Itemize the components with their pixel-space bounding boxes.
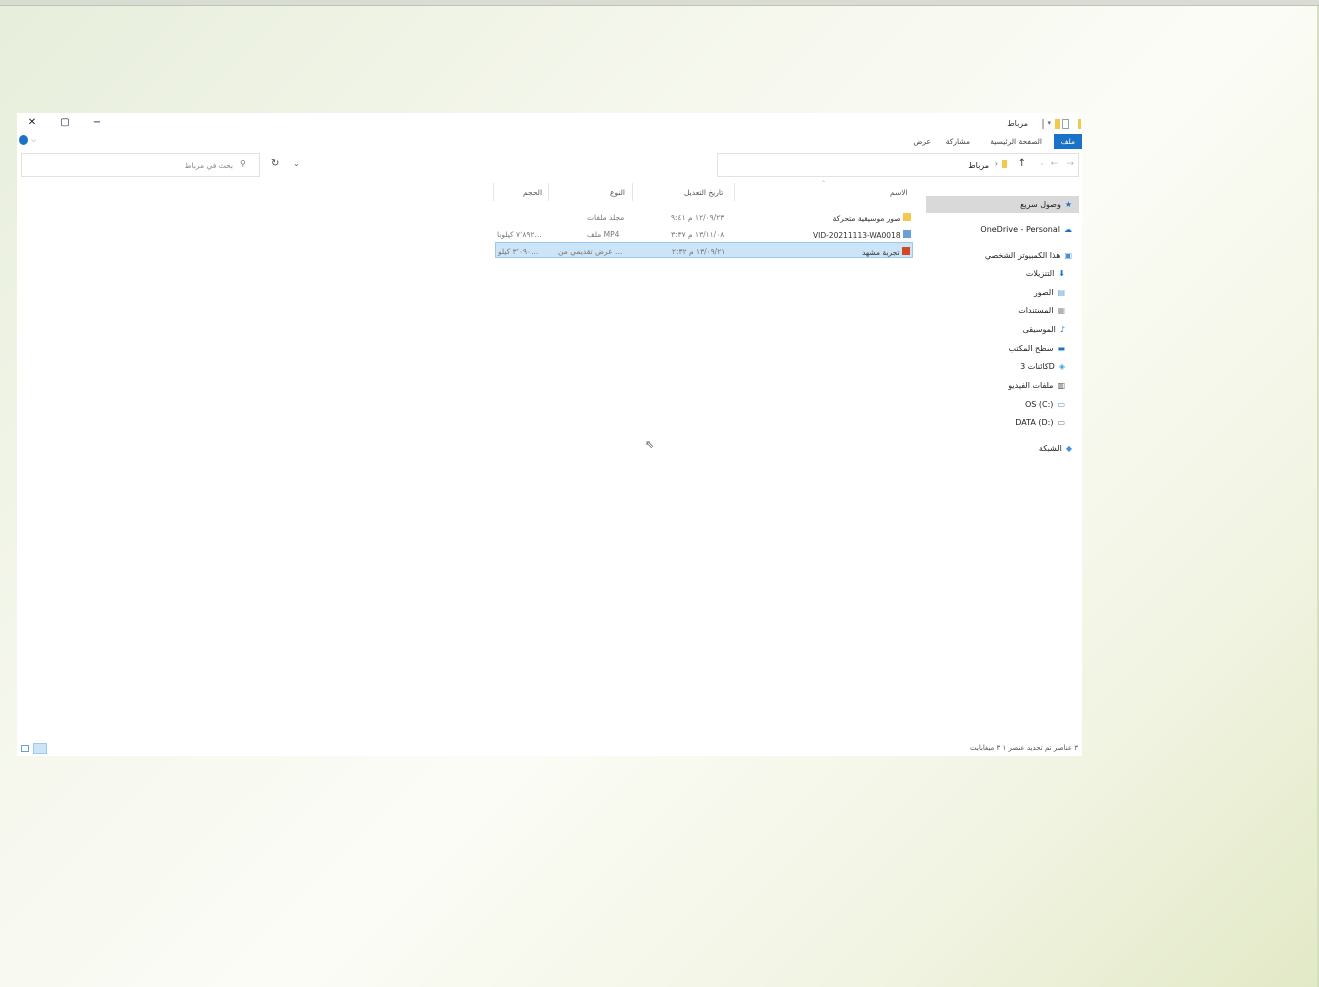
- nav-item-network[interactable]: الشبكة ◆: [1039, 444, 1072, 453]
- mouse-cursor-icon: ⇖: [645, 438, 655, 451]
- search-icon: ⚲: [240, 159, 246, 168]
- column-header-size[interactable]: الحجم: [523, 188, 542, 197]
- file-row[interactable]: صور موسيقية متحركة ١٢/٠٩/٢٣ م ٩:٤١ مجلد …: [495, 209, 913, 225]
- nav-label: هذا الكمبيوتر الشخصي: [984, 251, 1061, 260]
- file-name-text: صور موسيقية متحركة: [832, 214, 901, 223]
- expand-ribbon-chevron-icon[interactable]: ⌵: [31, 136, 36, 145]
- tab-file[interactable]: ملف: [1053, 134, 1082, 149]
- objects3d-icon: ◈: [1058, 362, 1065, 371]
- minimize-button[interactable]: −: [90, 117, 104, 128]
- folder-icon: [1055, 119, 1060, 129]
- desktop-icon: ▬: [1057, 344, 1065, 353]
- folder-icon: [903, 213, 911, 221]
- network-icon: ◆: [1065, 444, 1072, 453]
- file-row-selected[interactable]: تجربة مشهد ١٣/٠٩/٢١ م ٢:٣٢ عرض تقديمي من…: [495, 242, 913, 258]
- file-name: VID-20211113-WA0018: [813, 230, 911, 240]
- nav-item-quick-access-label: وصول سريع ★: [1020, 200, 1072, 209]
- window-title: مرباط: [1007, 119, 1028, 128]
- nav-label: التنزيلات: [1025, 269, 1055, 278]
- maximize-button[interactable]: ▢: [58, 117, 72, 128]
- nav-label: الشبكة: [1038, 444, 1062, 453]
- column-header-date[interactable]: تاريخ التعديل: [684, 188, 723, 197]
- nav-label: الموسيقى: [1022, 325, 1056, 334]
- file-name-text: تجربة مشهد: [861, 248, 900, 257]
- nav-label: OneDrive - Personal: [980, 225, 1060, 234]
- nav-label: المستندات: [1018, 306, 1054, 315]
- nav-item-drive-c[interactable]: OS (C:) ▭: [1025, 400, 1065, 409]
- large-icons-view-icon[interactable]: [33, 743, 47, 754]
- music-icon: ♪: [1059, 325, 1065, 334]
- column-divider: [632, 183, 633, 201]
- address-bar[interactable]: [717, 153, 1079, 177]
- nav-item-3d-objects[interactable]: كائنات 3D ◈: [1020, 362, 1065, 371]
- file-type: مجلد ملفات: [587, 213, 625, 222]
- nav-item-onedrive[interactable]: OneDrive - Personal ☁: [980, 225, 1072, 234]
- sort-indicator-icon: ⌃: [821, 180, 827, 187]
- nav-label: وصول سريع: [1020, 200, 1061, 209]
- file-size: ٧٬٨٩٢ كيلوبا...: [497, 230, 542, 239]
- video-file-icon: [903, 230, 911, 238]
- nav-item-music[interactable]: الموسيقى ♪: [1023, 325, 1065, 334]
- tab-share[interactable]: مشاركة: [946, 137, 970, 146]
- nav-item-pictures[interactable]: الصور ▤: [1034, 288, 1065, 297]
- video-icon: ▥: [1057, 381, 1065, 390]
- nav-item-desktop[interactable]: سطح المكتب ▬: [1008, 344, 1065, 353]
- help-icon[interactable]: [19, 135, 28, 145]
- file-type: عرض تقديمي من ...: [558, 247, 623, 256]
- file-type: ملف MP4: [587, 230, 620, 239]
- quick-access-dropdown-icon[interactable]: ▾: [1047, 119, 1051, 129]
- breadcrumb-separator: ›: [994, 159, 998, 168]
- nav-item-downloads[interactable]: التنزيلات ⬇: [1026, 269, 1065, 278]
- drive-c-icon: ▭: [1057, 400, 1065, 409]
- nav-label: الصور: [1033, 288, 1054, 297]
- properties-icon[interactable]: [1062, 119, 1069, 129]
- close-button[interactable]: ✕: [25, 117, 39, 128]
- refresh-icon[interactable]: ↻: [271, 158, 279, 169]
- file-name: صور موسيقية متحركة: [833, 213, 911, 223]
- cloud-icon: ☁: [1064, 225, 1072, 234]
- address-folder-icon: [1002, 160, 1007, 168]
- breadcrumb-murbat[interactable]: مرباط: [968, 161, 989, 170]
- column-header-name[interactable]: الاسم: [890, 188, 908, 197]
- documents-icon: ▦: [1057, 306, 1065, 315]
- download-icon: ⬇: [1058, 269, 1065, 278]
- title-divider: [1042, 119, 1044, 129]
- status-bar: ٣ عناصر تم تحديد عنصر ١ ٣ ميغابايت: [17, 742, 1082, 756]
- file-name-text: VID-20211113-WA0018: [812, 231, 901, 240]
- nav-label: ملفات الفيديو: [1008, 381, 1054, 390]
- column-header-type[interactable]: النوع: [610, 188, 625, 197]
- column-divider: [734, 183, 735, 201]
- nav-item-documents[interactable]: المستندات ▦: [1018, 306, 1065, 315]
- details-view-icon[interactable]: [21, 745, 29, 752]
- pictures-icon: ▤: [1057, 288, 1065, 297]
- nav-label: OS (C:): [1024, 400, 1054, 409]
- column-divider: [493, 183, 494, 201]
- file-date: ١٣/٠٩/٢١ م ٢:٣٢: [672, 247, 726, 256]
- top-edge: [0, 0, 1319, 6]
- tab-view[interactable]: عرض: [913, 137, 931, 146]
- nav-item-this-pc[interactable]: هذا الكمبيوتر الشخصي ▣: [985, 251, 1072, 260]
- search-input[interactable]: بحث في مرباط: [167, 161, 233, 170]
- nav-label: سطح المكتب: [1008, 344, 1054, 353]
- file-date: ١٣/١١/٠٨ م ٣:٣٧: [671, 230, 725, 239]
- nav-label: DATA (D:): [1015, 418, 1054, 427]
- nav-item-videos[interactable]: ملفات الفيديو ▥: [1008, 381, 1065, 390]
- explorer-app-icon: [1078, 119, 1081, 129]
- nav-label: كائنات 3D: [1020, 362, 1055, 371]
- address-dropdown-icon[interactable]: ⌄: [293, 159, 300, 168]
- status-text: ٣ عناصر تم تحديد عنصر ١ ٣ ميغابايت: [970, 744, 1078, 752]
- file-row[interactable]: VID-20211113-WA0018 ١٣/١١/٠٨ م ٣:٣٧ ملف …: [495, 226, 913, 242]
- powerpoint-icon: [902, 247, 910, 255]
- drive-d-icon: ▭: [1057, 418, 1065, 427]
- file-date: ١٢/٠٩/٢٣ م ٩:٤١: [671, 213, 725, 222]
- column-divider: [548, 183, 549, 201]
- star-icon: ★: [1064, 200, 1072, 209]
- computer-icon: ▣: [1064, 251, 1072, 260]
- tab-home[interactable]: الصفحة الرئيسية: [990, 137, 1042, 146]
- nav-item-drive-d[interactable]: DATA (D:) ▭: [1015, 418, 1065, 427]
- file-explorer-window: ✕ ▢ − ⌵ مرباط ▾ ملف الصفحة الرئيسية مشار…: [17, 113, 1082, 756]
- file-size: ٣٬٠٩٠ كيلو...: [498, 247, 539, 256]
- file-name: تجربة مشهد: [862, 247, 910, 257]
